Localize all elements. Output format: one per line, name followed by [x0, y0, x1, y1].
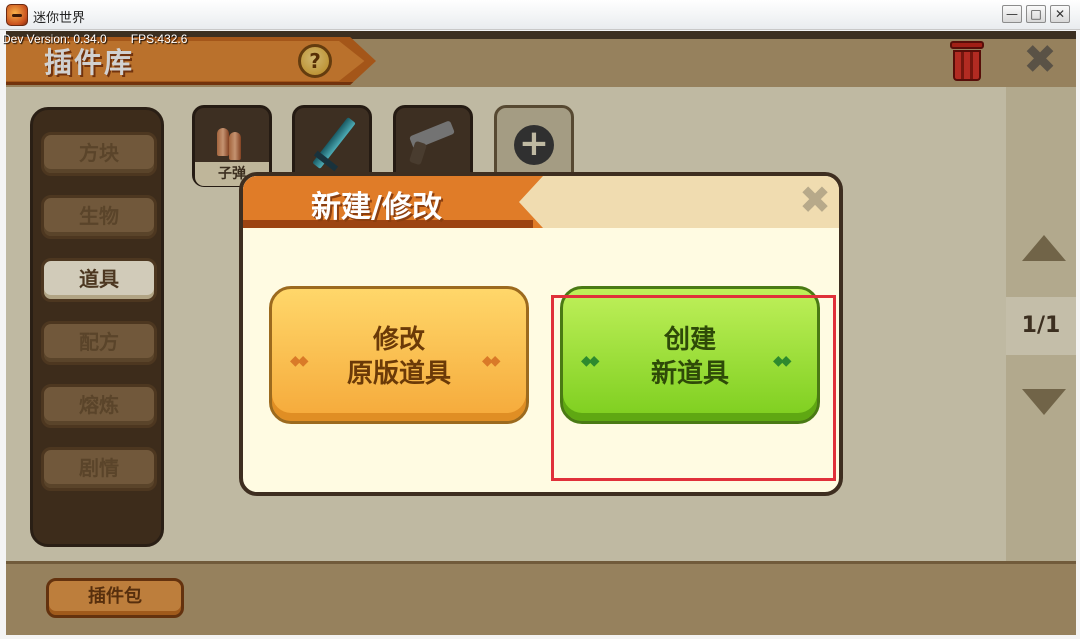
minimize-button[interactable]: —: [1002, 5, 1022, 23]
app-icon: [6, 4, 28, 26]
maximize-button[interactable]: □: [1026, 5, 1046, 23]
window-titlebar: 迷你世界 — □ ✕: [0, 0, 1080, 30]
close-window-button[interactable]: ✕: [1050, 5, 1070, 23]
dialog-title: 新建/修改: [311, 190, 442, 225]
window-title: 迷你世界: [33, 11, 86, 26]
dev-version: Dev Version: 0.34.0: [2, 32, 107, 46]
fps-counter: FPS:432.6: [130, 32, 188, 46]
modify-line1: 修改: [372, 325, 425, 355]
highlight-box: [551, 295, 836, 481]
diamond-icon: ◆◆: [290, 353, 308, 369]
game-viewport: 插件库 ? ✖ 方块 生物 道具 配方 熔炼 剧情 子弹 + 1/1 插件包 新…: [6, 31, 1076, 635]
diamond-icon: ◆◆: [482, 353, 500, 369]
modify-original-item-button[interactable]: 修改 原版道具 ◆◆ ◆◆: [269, 286, 529, 424]
debug-overlay: Dev Version: 0.34.0 FPS:432.6: [2, 32, 187, 46]
dialog-close-icon[interactable]: ✖: [795, 181, 835, 222]
